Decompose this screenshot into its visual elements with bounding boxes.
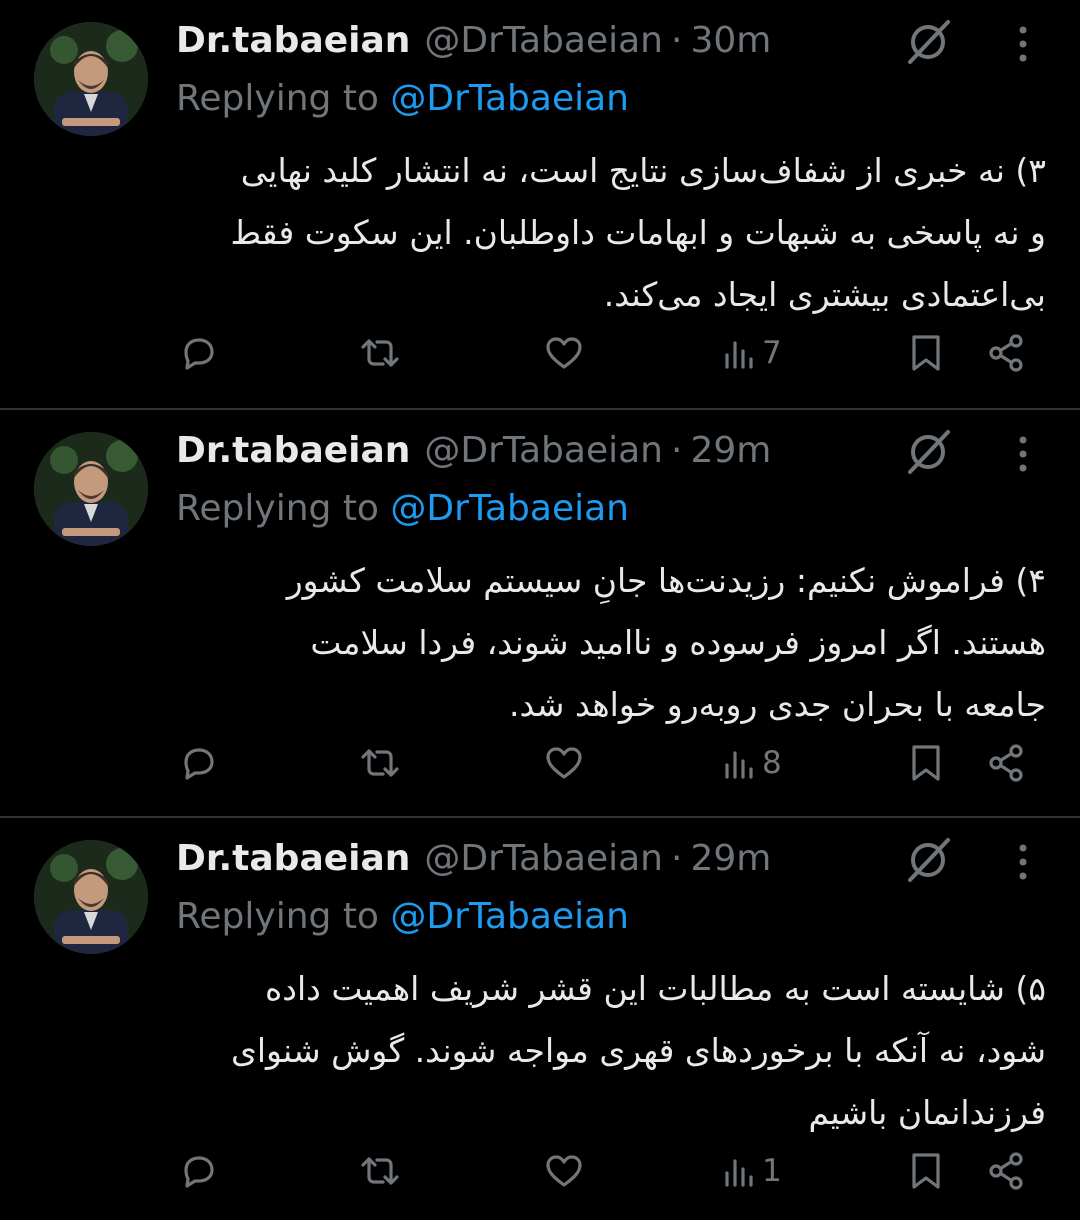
- share-button[interactable]: [984, 740, 1028, 786]
- retweet-button[interactable]: [356, 1148, 404, 1194]
- tweet-header: Dr.tabaeian @DrTabaeian · 30m: [176, 18, 771, 64]
- heart-icon: [546, 747, 582, 779]
- replying-prefix: Replying to: [176, 488, 379, 529]
- heart-icon: [546, 1155, 582, 1187]
- tweet-text-line: ۵) شایسته است به مطالبات این قشر شریف اه…: [265, 969, 1046, 1008]
- replying-to: Replying to @DrTabaeian: [176, 894, 629, 940]
- retweet-icon: [361, 749, 399, 777]
- reply-button[interactable]: [176, 740, 220, 786]
- action-bar: 1: [176, 1148, 1040, 1194]
- more-vertical-icon[interactable]: [1008, 432, 1038, 476]
- like-button[interactable]: [542, 1148, 586, 1194]
- avatar[interactable]: [34, 840, 148, 954]
- views-icon: [725, 341, 753, 369]
- share-icon: [989, 1152, 1023, 1190]
- retweet-icon: [361, 339, 399, 367]
- retweet-button[interactable]: [356, 330, 404, 376]
- action-bar: 7: [176, 330, 1040, 376]
- timestamp[interactable]: 30m: [690, 18, 771, 64]
- separator: ·: [670, 430, 683, 471]
- tweet[interactable]: Dr.tabaeian @DrTabaeian · 29m Replying t…: [0, 408, 1080, 816]
- separator: ·: [670, 20, 683, 61]
- reply-button[interactable]: [176, 330, 220, 376]
- views-icon: [725, 1159, 753, 1187]
- replying-to: Replying to @DrTabaeian: [176, 76, 629, 122]
- replying-to-link[interactable]: @DrTabaeian: [390, 896, 629, 937]
- tweet-text-line: فرزندانمان باشیم: [808, 1093, 1046, 1132]
- tweet[interactable]: Dr.tabaeian @DrTabaeian · 29m Replying t…: [0, 816, 1080, 1220]
- user-handle[interactable]: @DrTabaeian: [424, 836, 663, 882]
- retweet-icon: [361, 1157, 399, 1185]
- tweet-text-line: ۳) نه خبری از شفاف‌سازی نتایج است، نه ان…: [240, 151, 1046, 190]
- avatar[interactable]: [34, 22, 148, 136]
- action-bar: 8: [176, 740, 1040, 786]
- reply-button[interactable]: [176, 1148, 220, 1194]
- tweet-text-line: ۴) فراموش نکنیم: رزیدنت‌ها جانِ سیستم سل…: [286, 561, 1046, 600]
- display-name[interactable]: Dr.tabaeian: [176, 836, 410, 882]
- tweet-text-line: شود، نه آنکه با برخوردهای قهری مواجه شون…: [231, 1031, 1046, 1070]
- timeline-feed: Dr.tabaeian @DrTabaeian · 30m Replying t…: [0, 0, 1080, 1220]
- more-vertical-icon[interactable]: [1008, 840, 1038, 884]
- bookmark-button[interactable]: [906, 330, 946, 376]
- views-button[interactable]: 8: [722, 740, 782, 786]
- avatar[interactable]: [34, 432, 148, 546]
- tweet-text: ۳) نه خبری از شفاف‌سازی نتایج است، نه ان…: [176, 140, 1046, 326]
- separator: ·: [670, 838, 683, 879]
- reply-icon: [184, 748, 214, 780]
- tweet[interactable]: Dr.tabaeian @DrTabaeian · 30m Replying t…: [0, 0, 1080, 408]
- bookmark-icon: [912, 335, 940, 371]
- tweet-header: Dr.tabaeian @DrTabaeian · 29m: [176, 428, 771, 474]
- share-icon: [989, 334, 1023, 372]
- retweet-button[interactable]: [356, 740, 404, 786]
- share-button[interactable]: [984, 330, 1028, 376]
- reply-icon: [184, 1156, 214, 1188]
- views-button[interactable]: 1: [722, 1148, 782, 1194]
- grok-icon[interactable]: [904, 834, 954, 884]
- tweet-header: Dr.tabaeian @DrTabaeian · 29m: [176, 836, 771, 882]
- replying-to-link[interactable]: @DrTabaeian: [390, 488, 629, 529]
- user-handle[interactable]: @DrTabaeian: [424, 428, 663, 474]
- like-button[interactable]: [542, 330, 586, 376]
- views-button[interactable]: 7: [722, 330, 782, 376]
- heart-icon: [546, 337, 582, 369]
- replying-prefix: Replying to: [176, 78, 379, 119]
- timestamp[interactable]: 29m: [690, 428, 771, 474]
- bookmark-button[interactable]: [906, 740, 946, 786]
- display-name[interactable]: Dr.tabaeian: [176, 428, 410, 474]
- views-count: 1: [762, 1153, 782, 1189]
- tweet-text-line: و نه پاسخی به شبهات و ابهامات داوطلبان. …: [230, 213, 1046, 252]
- bookmark-icon: [912, 745, 940, 781]
- tweet-text-line: جامعه با بحران جدی روبه‌رو خواهد شد.: [509, 685, 1046, 724]
- views-icon: [725, 751, 753, 779]
- grok-icon[interactable]: [904, 16, 954, 66]
- views-count: 7: [762, 335, 782, 371]
- replying-to-link[interactable]: @DrTabaeian: [390, 78, 629, 119]
- grok-icon[interactable]: [904, 426, 954, 476]
- reply-icon: [184, 338, 214, 370]
- views-count: 8: [762, 745, 782, 781]
- replying-to: Replying to @DrTabaeian: [176, 486, 629, 532]
- like-button[interactable]: [542, 740, 586, 786]
- bookmark-icon: [912, 1153, 940, 1189]
- display-name[interactable]: Dr.tabaeian: [176, 18, 410, 64]
- tweet-text: ۴) فراموش نکنیم: رزیدنت‌ها جانِ سیستم سل…: [176, 550, 1046, 736]
- share-icon: [989, 744, 1023, 782]
- tweet-text-line: بی‌اعتمادی بیشتری ایجاد می‌کند.: [603, 275, 1046, 314]
- user-handle[interactable]: @DrTabaeian: [424, 18, 663, 64]
- more-vertical-icon[interactable]: [1008, 22, 1038, 66]
- timestamp[interactable]: 29m: [690, 836, 771, 882]
- tweet-text: ۵) شایسته است به مطالبات این قشر شریف اه…: [176, 958, 1046, 1144]
- tweet-text-line: هستند. اگر امروز فرسوده و ناامید شوند، ف…: [310, 623, 1046, 662]
- bookmark-button[interactable]: [906, 1148, 946, 1194]
- replying-prefix: Replying to: [176, 896, 379, 937]
- share-button[interactable]: [984, 1148, 1028, 1194]
